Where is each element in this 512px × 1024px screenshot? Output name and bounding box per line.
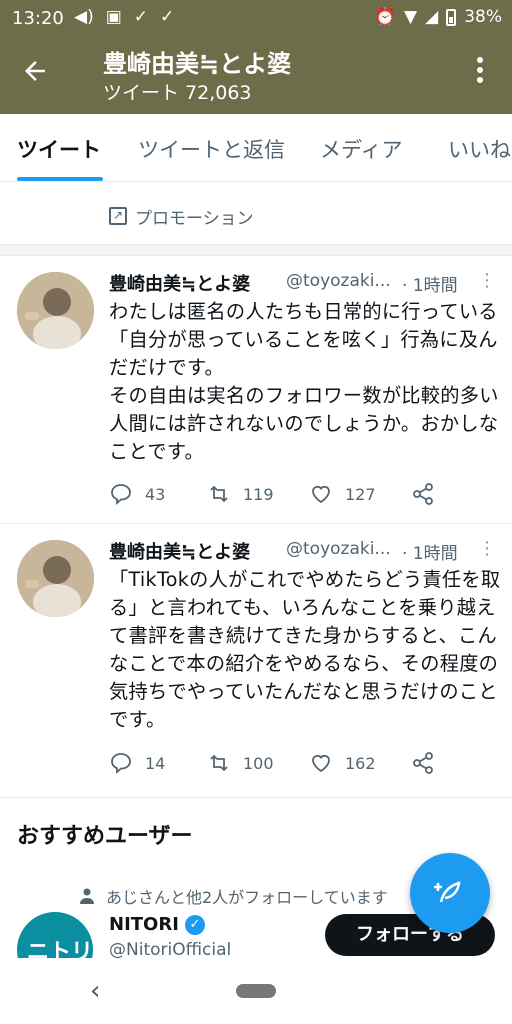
avatar[interactable]: [17, 540, 94, 617]
tweet-actions: 14 100 162: [109, 751, 469, 779]
tweet-author-handle: @toyozaki...: [286, 539, 391, 559]
check-icon: ✓: [133, 7, 149, 27]
reply-button[interactable]: 14: [109, 751, 165, 775]
profile-name: 豊崎由美≒とよ婆: [103, 50, 292, 78]
reply-button[interactable]: 43: [109, 482, 165, 506]
reply-icon: [111, 484, 131, 505]
compose-tweet-button[interactable]: [410, 853, 490, 933]
more-options-button[interactable]: [470, 56, 490, 92]
tweet-more-button[interactable]: ⋮: [478, 538, 496, 559]
share-icon: [413, 752, 433, 774]
tweet-text: 「TikTokの人がこれでやめたらどう責任を取る」と言われても、いろんなことを乗…: [109, 568, 501, 731]
share-icon: [413, 483, 433, 505]
tab-likes[interactable]: いいね: [448, 134, 511, 164]
signal-icon: ◢: [425, 7, 439, 27]
volume-icon: ◀): [74, 7, 94, 27]
notification-icons: ◀) ▣ ✓ ✓: [74, 7, 174, 27]
tweet-more-button[interactable]: ⋮: [478, 270, 496, 291]
retweet-count: 100: [243, 753, 274, 773]
like-count: 127: [345, 484, 376, 504]
tweet-author-name[interactable]: 豊崎由美≒とよ婆: [109, 538, 250, 564]
retweet-count: 119: [243, 484, 274, 504]
avatar-image: [17, 540, 94, 617]
recommended-user-name-row[interactable]: NITORI ✓: [109, 914, 205, 935]
system-navigation-bar: ‹: [0, 958, 512, 1024]
heart-icon: [312, 485, 330, 504]
tweet-actions: 43 119 127: [109, 482, 469, 510]
recommended-user-name: NITORI: [109, 914, 179, 935]
avatar-image: [17, 272, 94, 349]
reply-count: 43: [145, 484, 166, 504]
share-button[interactable]: [411, 751, 435, 775]
image-icon: ▣: [105, 7, 122, 27]
wifi-icon: ▼: [404, 7, 418, 27]
verified-badge-icon: ✓: [184, 914, 205, 935]
retweet-icon: [210, 485, 228, 503]
promoted-icon: ↗: [109, 207, 127, 225]
person-icon: [80, 888, 94, 904]
arrow-left-icon: [25, 61, 45, 81]
tweet[interactable]: 豊崎由美≒とよ婆 @toyozaki... · 1時間 ⋮ わたしは匿名の人たち…: [0, 256, 512, 524]
recommended-user-handle: @NitoriOfficial: [109, 940, 232, 960]
social-context-text: あじさんと他2人がフォローしています: [106, 888, 388, 907]
tweet-text: わたしは匿名の人たちも日常的に行っている「自分が思っていることを呟く」行為に及ん…: [109, 300, 499, 463]
promoted-label: プロモーション: [135, 209, 254, 229]
promoted-tweet-footer: ↗ プロモーション: [0, 182, 512, 246]
avatar[interactable]: [17, 272, 94, 349]
tweet[interactable]: 豊崎由美≒とよ婆 @toyozaki... · 1時間 ⋮ 「TikTokの人が…: [0, 524, 512, 798]
retweet-icon: [210, 754, 228, 772]
check-icon: ✓: [160, 7, 175, 27]
tab-tweets-and-replies[interactable]: ツイートと返信: [138, 134, 285, 164]
reply-icon: [111, 753, 131, 774]
tweet-author-handle: @toyozaki...: [286, 271, 391, 291]
tab-media[interactable]: メディア: [320, 134, 403, 164]
like-button[interactable]: 162: [309, 751, 376, 775]
heart-icon: [312, 754, 330, 773]
tweet-timestamp: · 1時間: [402, 544, 458, 564]
like-count: 162: [345, 753, 376, 773]
nav-home-pill[interactable]: [236, 984, 276, 998]
active-tab-indicator: [17, 177, 103, 181]
nav-back-button[interactable]: ‹: [90, 976, 100, 1006]
tweet-count: ツイート 72,063: [103, 82, 252, 104]
share-button[interactable]: [411, 482, 435, 506]
battery-icon: [446, 8, 457, 26]
tab-tweets[interactable]: ツイート: [17, 134, 101, 164]
social-context: あじさんと他2人がフォローしています: [80, 884, 388, 908]
alarm-icon: ⏰: [374, 7, 397, 27]
battery-percent: 38%: [464, 7, 502, 27]
profile-tabs: ツイート ツイートと返信 メディア いいね: [0, 114, 512, 182]
compose-feather-icon: [434, 881, 461, 903]
retweet-button[interactable]: 100: [207, 751, 274, 775]
reply-count: 14: [145, 753, 166, 773]
profile-header: 13:20 ◀) ▣ ✓ ✓ ⏰ ▼ ◢ 38% 豊崎由美≒とよ婆 ツイート 7…: [0, 0, 512, 114]
like-button[interactable]: 127: [309, 482, 376, 506]
back-button[interactable]: [20, 56, 60, 96]
tweet-author-name[interactable]: 豊崎由美≒とよ婆: [109, 270, 250, 296]
tweet-timestamp: · 1時間: [402, 276, 458, 296]
status-time: 13:20: [12, 8, 64, 29]
more-vertical-icon: [477, 57, 483, 83]
retweet-button[interactable]: 119: [207, 482, 274, 506]
section-divider: [0, 244, 512, 256]
status-bar: 13:20 ◀) ▣ ✓ ✓ ⏰ ▼ ◢ 38%: [0, 0, 512, 36]
system-icons: ⏰ ▼ ◢ 38%: [375, 7, 502, 27]
recommended-users-title: おすすめユーザー: [17, 824, 193, 849]
